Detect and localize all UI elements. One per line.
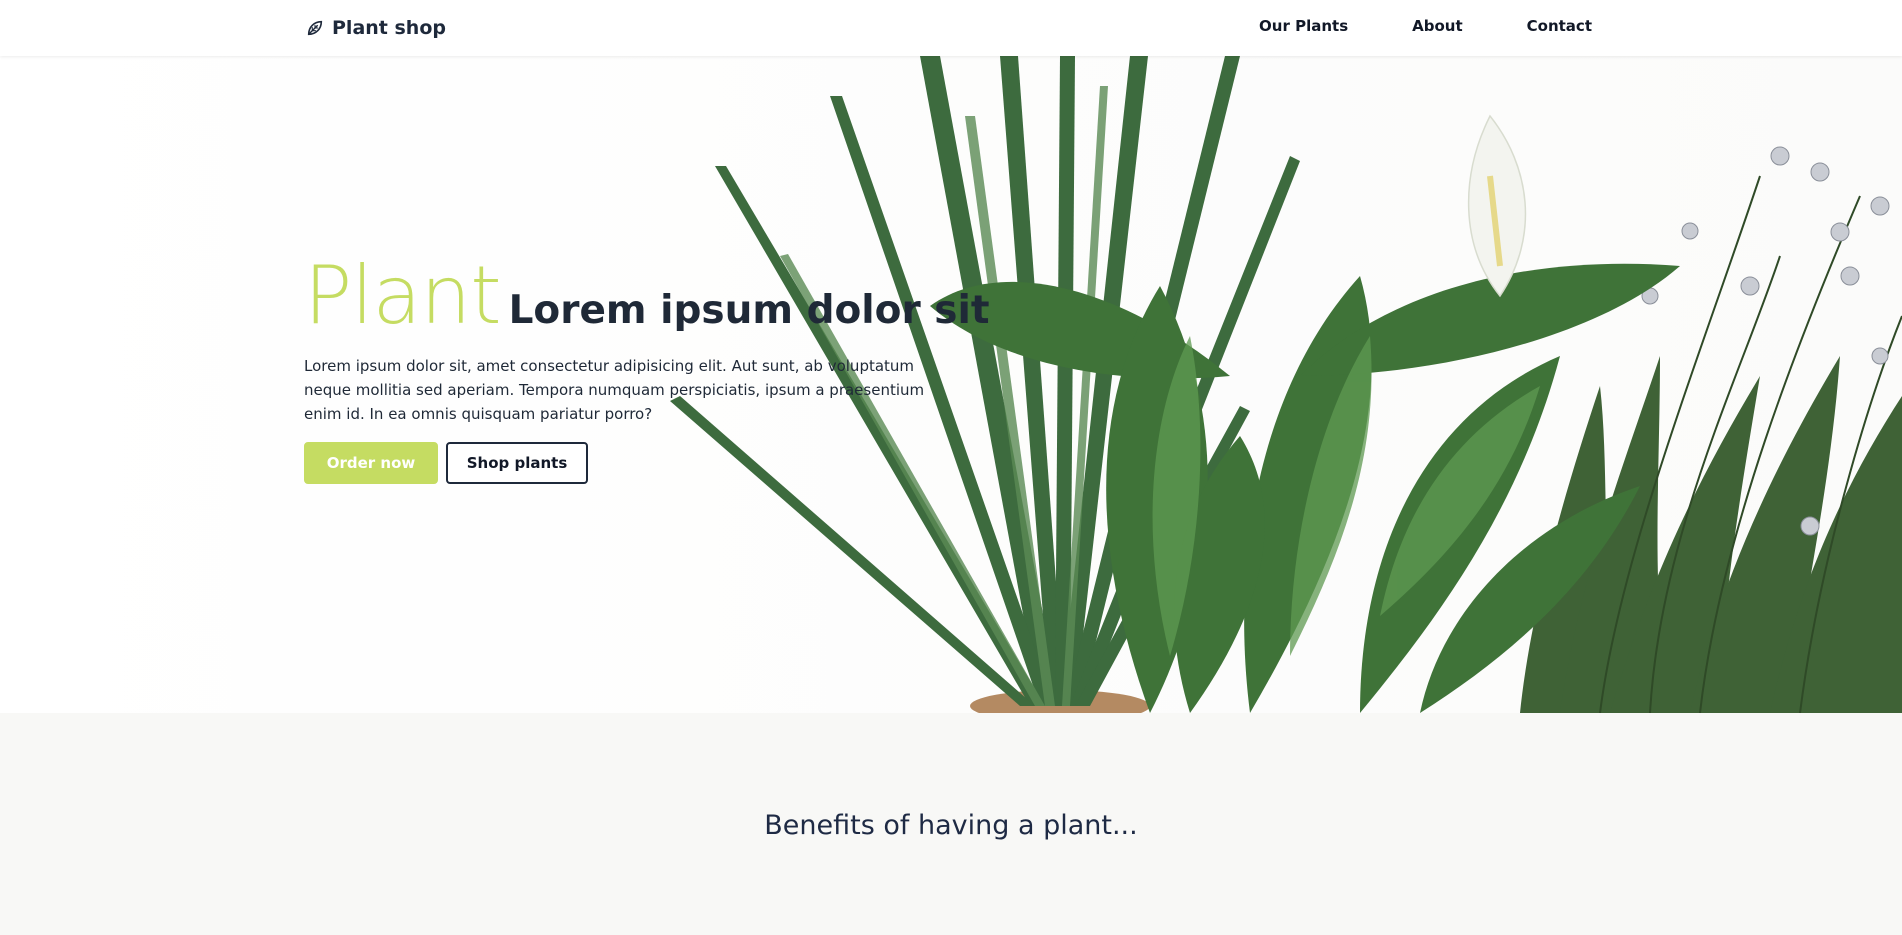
hero-section: Plant Lorem ipsum dolor sit Lorem ipsum d… [0,56,1902,713]
shop-plants-button[interactable]: Shop plants [446,442,588,484]
hero-title-text: Lorem ipsum dolor sit [508,288,990,333]
hero-description: Lorem ipsum dolor sit, amet consectetur … [304,357,925,423]
benefits-section: Benefits of having a plant... [0,713,1902,935]
order-now-button[interactable]: Order now [304,442,438,484]
hero-title-accent: Plant [304,249,502,342]
brand-logo[interactable]: Plant shop [306,16,446,40]
nav-links: Our Plants About Contact [1259,17,1592,35]
leaf-icon [307,20,323,36]
navbar: Plant shop Our Plants About Contact [0,0,1902,56]
potted-plants-illustration [0,56,1902,713]
hero-content: Plant Lorem ipsum dolor sit Lorem ipsum d… [304,256,990,484]
brand-name: Plant shop [332,17,446,39]
nav-link-contact[interactable]: Contact [1527,17,1592,35]
hero-title: Plant Lorem ipsum dolor sit [304,256,990,336]
hero-buttons: Order now Shop plants [304,442,944,484]
nav-link-about[interactable]: About [1412,17,1463,35]
benefits-title: Benefits of having a plant... [764,810,1138,841]
nav-link-our-plants[interactable]: Our Plants [1259,17,1348,35]
